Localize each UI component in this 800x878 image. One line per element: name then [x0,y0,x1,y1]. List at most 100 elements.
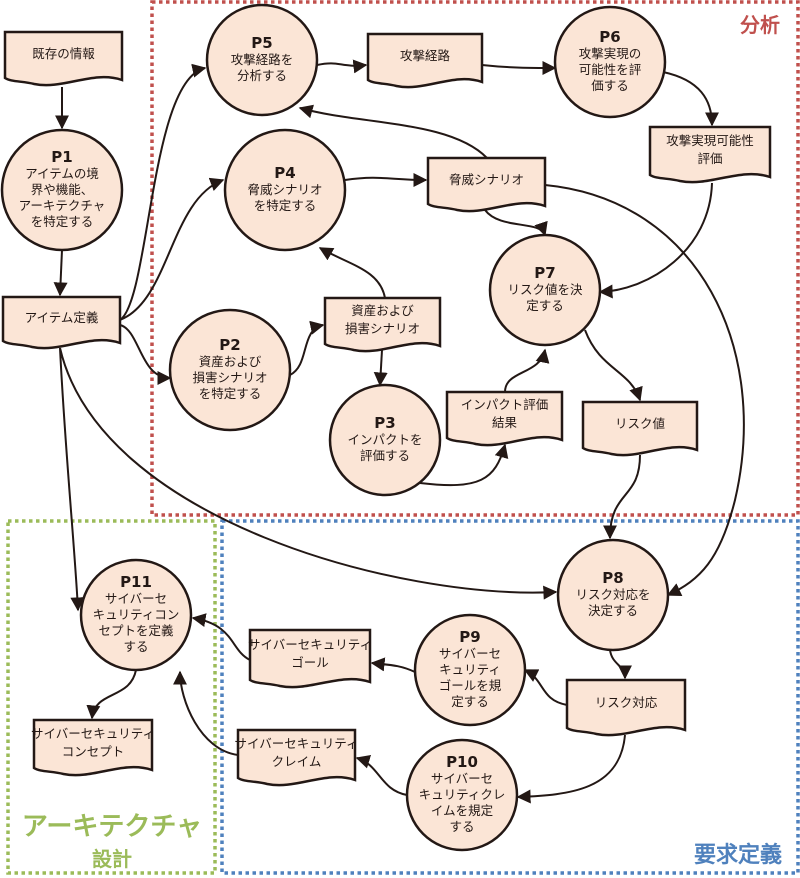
process-label: インパクトを [347,432,422,447]
process-label: セプトを定義 [98,623,174,638]
process-id: P7 [534,264,555,282]
edge-P6-to-feasibility [662,71,719,127]
process-label: 評価する [360,448,410,463]
edge-P4-to-threat [344,172,428,187]
edge-P1-to-item [53,249,68,297]
process-label: リスク値を決 [507,282,583,297]
process-id: P10 [446,753,478,771]
process-p3: P3インパクトを評価する [328,383,442,497]
edge-asset-to-P4 [318,247,386,299]
edge-P10-to-claim [355,754,408,796]
document-label: サイバーセキュリティ [31,726,155,741]
document-item: アイテム定義 [1,295,122,350]
document-label: インパクト評価 [461,397,549,412]
process-label: 脅威シナリオ [247,182,322,197]
edge-risk_treatment-to-P9 [523,669,568,706]
document-label: 攻撃経路 [400,48,451,63]
document-label: コンセプト [62,744,125,759]
flow-diagram: 分析アーキテクチャ設計 要求定義 既存の情報アイテム定義 攻撃経路攻撃実現可能性評価脅… [0,0,800,875]
document-label: 損害シナリオ [345,321,420,336]
document-asset: 資産および損害シナリオ [323,296,442,353]
process-label: する [123,639,148,654]
process-label: リスク対応を [575,587,650,602]
edge-P9-to-goal [370,657,416,673]
edge-risk_value-to-P8 [603,454,641,540]
document-label: 脅威シナリオ [449,172,524,187]
diagram: 分析アーキテクチャ設計 要求定義 既存の情報アイテム定義 攻撃経路攻撃実現可能性 評価脅… [0,0,800,878]
edge-attack_path-to-P6 [481,60,557,75]
region-label: 要求定義 [694,842,782,868]
document-threat: 脅威シナリオ [426,156,547,213]
process-label: 可能性を評 [579,62,642,77]
edge-P7-to-risk_value [584,329,643,402]
edge-claim-to-P11 [173,670,239,756]
process-p2: P2資産および損害シナリオを特定する [168,308,292,432]
document-label: 評価 [697,151,722,166]
process-p6: P6攻撃実現の可能性を評価する [553,5,667,119]
document-goal: サイバーセキュリティゴール [248,628,372,689]
region-label: 分析 [740,13,780,37]
process-label: 資産および [199,354,262,369]
edge-item-to-P4 [119,177,225,321]
process-p7: P7リスク値を決定する [488,233,602,347]
process-label: 界や機能、 [31,182,94,197]
document-label: ゴール [291,655,329,670]
process-id: P4 [274,164,295,182]
process-label: 定する [451,694,489,709]
document-label: リスク値 [615,416,665,431]
process-label: 定する [526,298,564,313]
process-label: サイバーセ [431,771,493,786]
process-label: する [449,819,474,834]
edge-item-to-P8 [59,347,558,600]
process-p1: P1アイテムの境界や機能、アーキテクチャを特定する [0,128,124,252]
process-p9: P9サイバーセキュリティゴールを規定する [413,613,527,727]
document-attack_path: 攻撃経路 [366,32,484,89]
process-p8: P8リスク対応を決定する [556,538,670,652]
process-p5: P5攻撃経路を分析する [205,3,319,117]
edge-P2-to-asset [289,320,325,376]
process-p11: P11サイバーセキュリティコンセプトを定義する [79,558,193,672]
process-id: P3 [374,414,395,432]
process-label: 分析する [237,68,287,83]
document-label: 既存の情報 [32,46,95,61]
edge-item-to-P2 [119,324,172,385]
edge-risk_treatment-to-P10 [516,734,626,804]
edge-threat-to-P7 [484,209,548,237]
document-risk_value: リスク値 [581,400,699,457]
document-concept: サイバーセキュリティコンセプト [31,718,155,777]
process-label: サイバーセ [439,646,501,661]
edge-P8-to-risk_treatment [609,649,632,680]
process-label: を特定する [254,198,317,213]
process-label: キュリティ [439,662,501,677]
process-label: 決定する [588,603,638,618]
document-existing: 既存の情報 [3,30,124,87]
document-impact: インパクト評価結果 [445,390,564,447]
edge-P11-to-concept [86,669,137,720]
region-label: アーキテクチャ [22,812,202,842]
document-label: 攻撃実現可能性 [666,133,754,148]
process-id: P1 [51,148,72,166]
document-label: リスク対応 [595,695,658,710]
document-label: 結果 [492,415,518,430]
process-id: P2 [219,336,240,354]
document-label: サイバーセキュリティ [248,637,372,652]
process-label: キュリティクレ [419,787,506,802]
region-label: 設計 [92,847,132,871]
process-p10: P10サイバーセキュリティクレイムを規定する [405,738,519,852]
process-label: を特定する [31,214,94,229]
edge-impact-to-P7 [504,348,550,393]
process-label: を特定する [199,386,262,401]
process-id: P6 [599,28,620,46]
process-p4: P4脅威シナリオを特定する [223,128,347,252]
process-label: 価する [591,78,629,93]
process-label: サイバーセ [105,591,167,606]
document-feasibility: 攻撃実現可能性評価 [648,125,772,184]
edge-feasibility-to-P7 [598,182,713,299]
document-claim: サイバーセキュリティクレイム [234,728,359,787]
process-label: キュリティコン [93,607,180,622]
process-id: P11 [120,573,152,591]
document-risk_treatment: リスク対応 [565,678,687,737]
process-id: P9 [459,628,480,646]
process-label: イムを規定 [431,803,493,818]
document-label: クレイム [272,754,322,769]
